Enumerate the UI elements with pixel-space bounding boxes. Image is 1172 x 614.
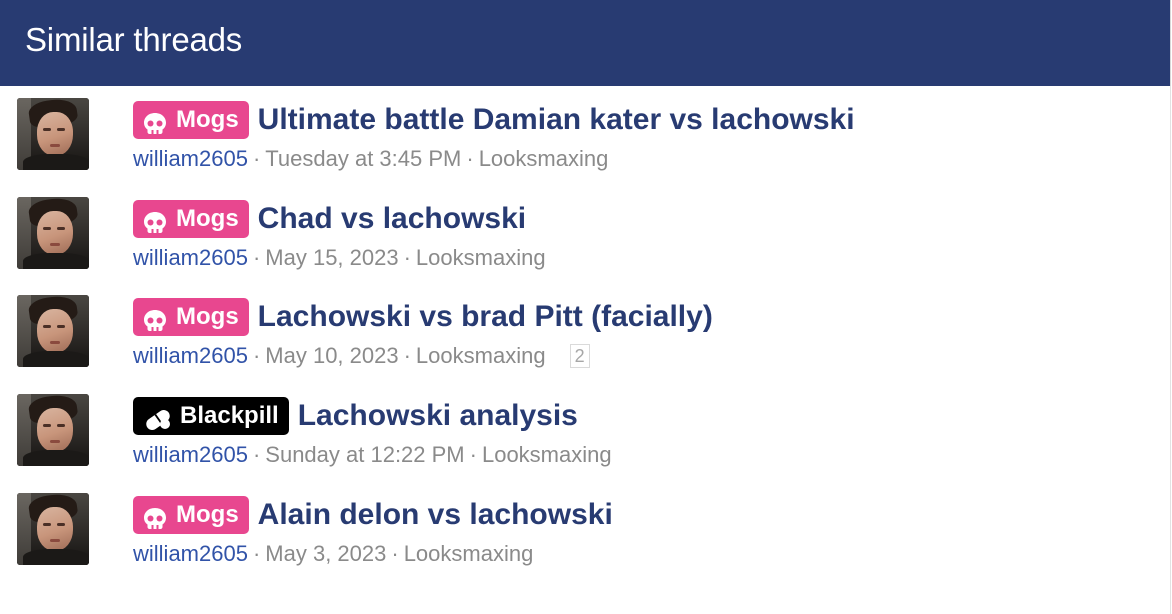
block-title: Similar threads xyxy=(25,21,243,58)
pill-icon xyxy=(143,405,173,443)
thread-title-line: Mogs Ultimate battle Damian kater vs lac… xyxy=(133,101,855,141)
thread-meta: william2605 · Tuesday at 3:45 PM · Looksmaxi… xyxy=(133,145,608,173)
forum-link[interactable]: Looksmaxing xyxy=(416,343,546,368)
thread-meta: william2605 · Sunday at 12:22 PM · Looksmaxi… xyxy=(133,441,612,469)
meta-separator: · xyxy=(252,541,261,566)
thread-title-line: Mogs Alain delon vs lachowski xyxy=(133,496,613,536)
thread-prefix-label[interactable]: Mogs xyxy=(133,101,249,139)
page-jump-link[interactable]: 2 xyxy=(569,344,590,368)
thread-title-line: Mogs Lachowski vs brad Pitt (facially) xyxy=(133,298,713,338)
meta-separator: · xyxy=(466,146,474,171)
thread-date: May 10, 2023 xyxy=(265,343,399,368)
skull-icon xyxy=(143,504,167,542)
meta-separator: · xyxy=(252,343,261,368)
meta-separator: · xyxy=(469,442,477,467)
label-text: Mogs xyxy=(176,303,239,330)
thread-date: Sunday at 12:22 PM xyxy=(265,442,465,467)
meta-separator: · xyxy=(391,541,399,566)
skull-icon xyxy=(143,109,167,147)
label-text: Blackpill xyxy=(180,402,279,429)
avatar[interactable] xyxy=(17,394,89,466)
avatar[interactable] xyxy=(17,98,89,170)
label-text: Mogs xyxy=(176,205,239,232)
author-link[interactable]: william2605 xyxy=(133,146,248,171)
thread-item: Mogs Alain delon vs lachowski william260… xyxy=(0,481,1170,579)
thread-meta: william2605 · May 15, 2023 · Looksmaxing xyxy=(133,244,546,272)
thread-title-link[interactable]: Lachowski vs brad Pitt (facially) xyxy=(258,298,713,336)
meta-separator: · xyxy=(252,146,261,171)
thread-date: Tuesday at 3:45 PM xyxy=(265,146,462,171)
thread-title-link[interactable]: Chad vs lachowski xyxy=(258,200,526,238)
meta-separator: · xyxy=(252,442,261,467)
thread-item: Mogs Lachowski vs brad Pitt (facially) w… xyxy=(0,283,1170,381)
forum-link[interactable]: Looksmaxing xyxy=(482,442,612,467)
thread-title-line: Blackpill Lachowski analysis xyxy=(133,397,578,437)
thread-list: Mogs Ultimate battle Damian kater vs lac… xyxy=(0,86,1171,614)
thread-title-link[interactable]: Lachowski analysis xyxy=(298,397,578,435)
author-link[interactable]: william2605 xyxy=(133,343,248,368)
block-header: Similar threads xyxy=(0,0,1171,86)
thread-meta: william2605 · May 10, 2023 · Looksmaxing 2 xyxy=(133,342,590,370)
forum-link[interactable]: Looksmaxing xyxy=(404,541,534,566)
thread-title-link[interactable]: Alain delon vs lachowski xyxy=(258,496,613,534)
thread-date: May 15, 2023 xyxy=(265,245,399,270)
avatar[interactable] xyxy=(17,197,89,269)
thread-prefix-label[interactable]: Blackpill xyxy=(133,397,289,435)
forum-link[interactable]: Looksmaxing xyxy=(416,245,546,270)
label-text: Mogs xyxy=(176,501,239,528)
meta-separator: · xyxy=(252,245,261,270)
meta-separator: · xyxy=(403,343,411,368)
meta-separator: · xyxy=(403,245,411,270)
thread-date: May 3, 2023 xyxy=(265,541,387,566)
avatar[interactable] xyxy=(17,493,89,565)
thread-item: Mogs Chad vs lachowski william2605 · May 1… xyxy=(0,185,1170,283)
skull-icon xyxy=(143,208,167,246)
thread-title-link[interactable]: Ultimate battle Damian kater vs lachowsk… xyxy=(258,101,855,139)
thread-prefix-label[interactable]: Mogs xyxy=(133,298,249,336)
thread-meta: william2605 · May 3, 2023 · Looksmaxing xyxy=(133,540,533,568)
author-link[interactable]: william2605 xyxy=(133,442,248,467)
thread-item: Blackpill Lachowski analysis william2605… xyxy=(0,382,1170,480)
author-link[interactable]: william2605 xyxy=(133,541,248,566)
forum-link[interactable]: Looksmaxing xyxy=(479,146,609,171)
author-link[interactable]: william2605 xyxy=(133,245,248,270)
thread-prefix-label[interactable]: Mogs xyxy=(133,200,249,238)
similar-threads-block: Similar threads Mogs Ultimate battle Dam… xyxy=(0,0,1172,614)
skull-icon xyxy=(143,306,167,344)
thread-title-line: Mogs Chad vs lachowski xyxy=(133,200,526,240)
thread-item: Mogs Ultimate battle Damian kater vs lac… xyxy=(0,86,1170,184)
thread-prefix-label[interactable]: Mogs xyxy=(133,496,249,534)
avatar[interactable] xyxy=(17,295,89,367)
label-text: Mogs xyxy=(176,106,239,133)
